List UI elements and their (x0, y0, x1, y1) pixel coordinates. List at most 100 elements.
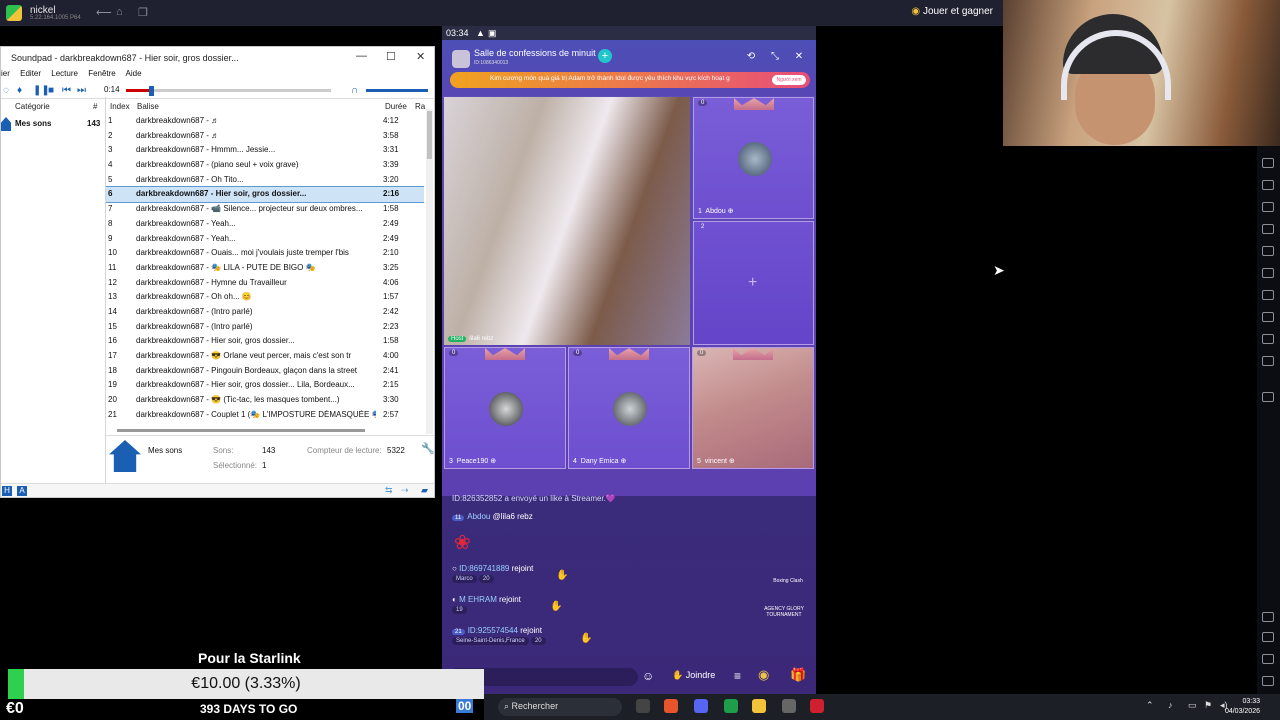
track-row[interactable]: 4 darkbreakdown687 - (piano seul + voix g… (106, 158, 424, 173)
taskbar-clock[interactable]: 03:33 04/03/2026 (1225, 697, 1260, 717)
gallery-icon[interactable] (1262, 246, 1274, 256)
maximize-button[interactable]: ☐ (386, 50, 396, 63)
wave-icon[interactable]: ✋ (550, 601, 562, 612)
brave-icon[interactable] (664, 699, 678, 713)
seat-5-video[interactable]: 0 5 vincent ⊕ (692, 347, 814, 469)
track-row[interactable]: 1 darkbreakdown687 - ♬ 4:12 (106, 114, 424, 129)
excel-icon[interactable] (724, 699, 738, 713)
rotate-icon[interactable] (1262, 356, 1274, 366)
track-row[interactable]: 7 darkbreakdown687 - 📹 Silence... project… (106, 202, 424, 217)
mic-tray-icon[interactable]: ♪ (1168, 700, 1173, 710)
volume-slider[interactable] (366, 89, 428, 92)
track-row[interactable]: 17 darkbreakdown687 - 😎 Orlane veut perce… (106, 349, 424, 364)
track-row[interactable]: 13 darkbreakdown687 - Oh oh... 😊 1:57 (106, 290, 424, 305)
track-row[interactable]: 19 darkbreakdown687 - Hier soir, gros dos… (106, 378, 424, 393)
horizontal-scrollbar[interactable] (117, 429, 365, 432)
track-row[interactable]: 3 darkbreakdown687 - Hmmm... Jessie... 3:3… (106, 143, 424, 158)
taskbar-search[interactable]: ⌕ Rechercher (498, 698, 622, 716)
track-row[interactable]: 6 darkbreakdown687 - Hier soir, gros doss… (106, 186, 424, 204)
android-recents-icon[interactable] (1262, 676, 1274, 686)
forward-icon[interactable]: ⇢ (401, 485, 409, 496)
menu-playback[interactable]: Lecture (51, 69, 78, 78)
android-back-icon[interactable] (1262, 632, 1274, 642)
network-tray-icon[interactable]: ⚑ (1204, 700, 1212, 711)
gift-icon[interactable]: 🎁 (790, 667, 806, 683)
announcement-ticker[interactable]: Kim cương món quà giá trị Adam trở thành… (450, 72, 810, 88)
vertical-scrollbar[interactable] (426, 109, 433, 434)
wrench-icon[interactable]: 🔧 (421, 442, 435, 455)
task-view-icon[interactable] (636, 699, 650, 713)
col-duration[interactable]: Durée (385, 102, 407, 111)
chat-icon[interactable]: ▰ (421, 485, 428, 496)
game-icon[interactable]: ◉ (758, 667, 769, 683)
track-row[interactable]: 21 darkbreakdown687 - Couplet 1 (🎭 L'IMPO… (106, 408, 424, 423)
add-seat-icon[interactable]: + (748, 274, 757, 292)
play-and-win-button[interactable]: ◉ Jouer et gagner (911, 6, 993, 17)
seek-bar[interactable] (126, 86, 331, 96)
track-row[interactable]: 10 darkbreakdown687 - Ouais... moi j'voul… (106, 246, 424, 261)
discord-icon[interactable] (694, 699, 708, 713)
youtube-icon[interactable] (810, 699, 824, 713)
emoji-icon[interactable]: ☺ (642, 669, 654, 683)
join-id[interactable]: ID:925574544 (468, 626, 518, 635)
location-icon[interactable] (1262, 312, 1274, 322)
hotkey-a-icon[interactable]: A (17, 486, 27, 496)
wave-icon[interactable]: ✋ (556, 570, 568, 581)
minimize-room-icon[interactable]: ⤡ (768, 50, 782, 64)
join-id[interactable]: ID:869741889 (459, 564, 509, 573)
seek-handle[interactable] (148, 86, 154, 96)
track-row[interactable]: 18 darkbreakdown687 - Pingouin Bordeaux, … (106, 364, 424, 379)
layers-icon[interactable] (1262, 334, 1274, 344)
track-row[interactable]: 2 darkbreakdown687 - ♬ 3:58 (106, 129, 424, 144)
follow-room-button[interactable]: + (598, 49, 612, 63)
previous-icon[interactable]: ⏮ (62, 85, 71, 96)
screenshot-icon[interactable] (1262, 202, 1274, 212)
android-home-icon[interactable] (1262, 654, 1274, 664)
track-row[interactable]: 16 darkbreakdown687 - Hier soir, gros dos… (106, 334, 424, 349)
menu-edit[interactable]: Editer (20, 69, 41, 78)
wave-icon[interactable]: ✋ (580, 633, 592, 644)
scroll-thumb[interactable] (427, 111, 432, 159)
back-icon[interactable]: ⟵ (96, 6, 112, 19)
join-button[interactable]: ✋ Joindre (672, 670, 715, 681)
headset-icon[interactable]: ∩ (351, 85, 358, 96)
track-row[interactable]: 9 darkbreakdown687 - Yeah... 2:49 (106, 232, 424, 247)
agency-tournament-badge[interactable]: AGENCY GLORY TOURNAMENT (760, 606, 808, 636)
track-row[interactable]: 15 darkbreakdown687 - (Intro parlé) 2:23 (106, 320, 424, 335)
close-button[interactable]: ✕ (416, 50, 425, 63)
tray-chevron-icon[interactable]: ⌃ (1146, 700, 1154, 711)
track-row[interactable]: 5 darkbreakdown687 - Oh Tito... 3:20 (106, 173, 424, 188)
repeat-icon[interactable]: ⇆ (385, 485, 393, 496)
col-tag[interactable]: Balise (137, 102, 159, 111)
seat-3[interactable]: 0 3 Peace190 ⊕ (444, 347, 566, 469)
seat-2-empty[interactable]: 2 + (693, 221, 814, 345)
track-row[interactable]: 14 darkbreakdown687 - (Intro parlé) 2:42 (106, 305, 424, 320)
menu-window[interactable]: Fenêtre (88, 69, 116, 78)
volume-icon[interactable] (1262, 158, 1274, 168)
keyboard-icon[interactable] (1262, 180, 1274, 190)
close-room-icon[interactable]: ✕ (792, 50, 806, 64)
host-video[interactable]: Host lila6 rebz (444, 97, 690, 345)
more-icon[interactable] (1262, 392, 1274, 402)
multiwindow-icon[interactable]: ❐ (138, 6, 148, 19)
boxing-clash-badge[interactable]: Boxing Clash (768, 578, 808, 598)
hotkey-h-icon[interactable]: H (2, 486, 12, 496)
join-name[interactable]: M EHRAM (459, 595, 497, 604)
seat-1[interactable]: 0 1 Abdou ⊕ (693, 97, 814, 219)
seat-4[interactable]: 0 4 Dany Emica ⊕ (568, 347, 690, 469)
ticker-button[interactable]: Người xem (772, 75, 806, 85)
install-icon[interactable] (1262, 268, 1274, 278)
minimize-button[interactable]: — (356, 50, 367, 62)
record-icon[interactable] (1262, 224, 1274, 234)
shake-icon[interactable] (1262, 290, 1274, 300)
room-avatar[interactable] (452, 50, 470, 68)
menu-icon[interactable]: ≡ (734, 669, 741, 683)
headphone-icon[interactable]: ◌ (3, 85, 9, 96)
col-ra[interactable]: Ra (415, 102, 425, 111)
nickel-taskbar-icon[interactable] (752, 699, 766, 713)
track-row[interactable]: 8 darkbreakdown687 - Yeah... 2:49 (106, 217, 424, 232)
display-tray-icon[interactable]: ▭ (1188, 700, 1197, 711)
stop-icon[interactable]: ■ (48, 85, 54, 96)
track-row[interactable]: 11 darkbreakdown687 - 🎭 LILA - PUTE DE BI… (106, 261, 424, 276)
track-row[interactable]: 12 darkbreakdown687 - Hymne du Travailleu… (106, 276, 424, 291)
